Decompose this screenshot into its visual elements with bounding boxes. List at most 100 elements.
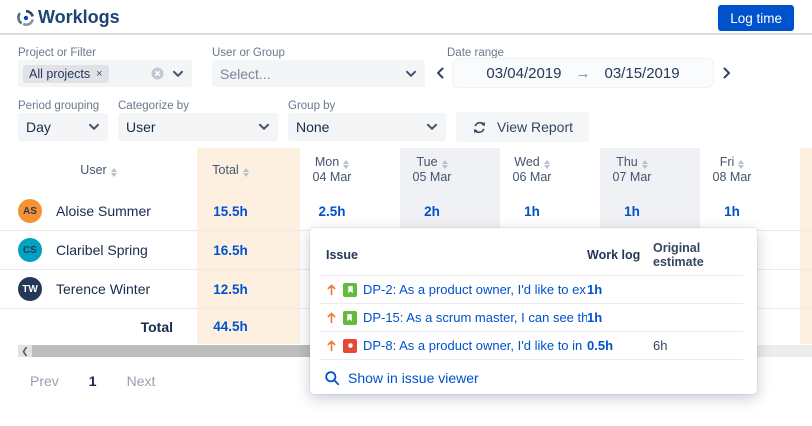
- user-column-header[interactable]: User: [0, 163, 179, 177]
- view-report-label: View Report: [497, 119, 574, 135]
- sort-icon[interactable]: [242, 168, 249, 177]
- chevron-down-icon[interactable]: [405, 70, 417, 78]
- sort-icon[interactable]: [110, 168, 117, 177]
- user-group-placeholder: Select...: [220, 65, 271, 82]
- story-type-icon: [343, 282, 357, 297]
- user-cell: AS Aloise Summer: [0, 199, 179, 223]
- day-column-header-fri[interactable]: Fri 08 Mar: [682, 155, 782, 185]
- show-in-issue-viewer-label: Show in issue viewer: [348, 370, 479, 386]
- project-filter-label: Project or Filter: [18, 47, 96, 59]
- search-icon: [325, 371, 340, 386]
- sort-icon[interactable]: [641, 160, 648, 169]
- grand-total-value: 44.5h: [213, 319, 248, 334]
- day-hours-cell[interactable]: 1h: [582, 204, 682, 219]
- chevron-down-icon[interactable]: [88, 123, 100, 131]
- issue-link[interactable]: DP-15: As a scrum master, I can see th: [363, 310, 587, 325]
- chevron-down-icon[interactable]: [426, 123, 438, 131]
- project-filter-tag-label: All projects: [29, 66, 91, 81]
- priority-high-icon: [327, 312, 336, 324]
- day-label: Thu: [616, 155, 638, 169]
- sort-icon[interactable]: [738, 160, 745, 169]
- popup-header-row: Issue Work log Original estimate: [320, 238, 743, 276]
- original-estimate-column-header: Original estimate: [653, 241, 704, 269]
- popup-issue-row[interactable]: DP-8: As a product owner, I'd like to in…: [320, 332, 743, 360]
- next-page-link[interactable]: Next: [127, 373, 156, 389]
- scroll-left-button[interactable]: ❮: [18, 345, 32, 357]
- date-range-input[interactable]: 03/04/2019 → 03/15/2019: [452, 58, 714, 88]
- priority-high-icon: [327, 284, 336, 296]
- log-time-button[interactable]: Log time: [718, 5, 794, 31]
- clear-select-icon[interactable]: [151, 67, 164, 80]
- period-grouping-value: Day: [26, 119, 51, 135]
- project-filter-tag[interactable]: All projects ×: [23, 64, 109, 83]
- date-end-value[interactable]: 03/15/2019: [605, 65, 680, 82]
- table-row-aloise[interactable]: AS Aloise Summer 15.5h 2.5h 2h 1h 1h 1h: [0, 192, 812, 231]
- top-bar: Worklogs Log time: [0, 0, 812, 33]
- total-hours-cell[interactable]: 12.5h: [179, 282, 282, 297]
- day-hours-cell[interactable]: 2.5h: [282, 204, 382, 219]
- day-hours-cell[interactable]: 1h: [482, 204, 582, 219]
- day-column-header-mon[interactable]: Mon 04 Mar: [282, 155, 382, 185]
- group-by-select[interactable]: None: [288, 113, 446, 141]
- sort-icon[interactable]: [441, 160, 448, 169]
- day-hours-cell[interactable]: 1h: [682, 204, 782, 219]
- categorize-by-label: Categorize by: [118, 100, 189, 112]
- work-log-value[interactable]: 1h: [587, 310, 653, 325]
- chevron-down-icon[interactable]: [172, 70, 184, 78]
- issue-column-header: Issue: [326, 248, 358, 262]
- total-column-header[interactable]: Total: [179, 163, 282, 177]
- avatar: TW: [18, 277, 42, 301]
- issue-link[interactable]: DP-8: As a product owner, I'd like to in: [363, 338, 582, 353]
- show-in-issue-viewer-link[interactable]: Show in issue viewer: [320, 370, 743, 386]
- total-hours-cell[interactable]: 16.5h: [179, 243, 282, 258]
- header-divider: [0, 33, 812, 35]
- priority-high-icon: [327, 340, 336, 352]
- grand-total-label: Total: [140, 318, 173, 335]
- remove-tag-icon[interactable]: ×: [96, 68, 102, 80]
- day-label: Fri: [719, 155, 735, 169]
- sort-icon[interactable]: [343, 160, 350, 169]
- table-header-row: User Total Mon 04 Mar Tue 05 Mar Wed 06 Mar…: [0, 148, 812, 192]
- avatar: CS: [18, 238, 42, 262]
- page-title: Worklogs: [38, 7, 120, 27]
- categorize-by-select[interactable]: User: [118, 113, 278, 141]
- day-label: Wed: [514, 155, 540, 169]
- period-grouping-label: Period grouping: [18, 100, 100, 112]
- total-hours-cell[interactable]: 15.5h: [179, 204, 282, 219]
- period-grouping-select[interactable]: Day: [18, 113, 108, 141]
- date-next-button[interactable]: [718, 58, 734, 88]
- day-label: Mon: [314, 155, 340, 169]
- avatar: AS: [18, 199, 42, 223]
- work-log-value[interactable]: 0.5h: [587, 338, 653, 353]
- user-name: Aloise Summer: [56, 203, 151, 219]
- work-log-value[interactable]: 1h: [587, 282, 653, 297]
- story-type-icon: [342, 310, 357, 325]
- categorize-by-value: User: [126, 119, 156, 135]
- total-column-header-label: Total: [212, 163, 239, 177]
- user-name: Terence Winter: [56, 281, 151, 297]
- issue-link[interactable]: DP-2: As a product owner, I'd like to ex: [363, 282, 586, 297]
- user-cell: TW Terence Winter: [0, 277, 179, 301]
- user-group-select[interactable]: Select...: [212, 60, 425, 87]
- popup-issue-row[interactable]: DP-2: As a product owner, I'd like to ex…: [320, 276, 743, 304]
- day-hours-cell[interactable]: 2h: [382, 204, 482, 219]
- chevron-down-icon[interactable]: [258, 123, 270, 131]
- popup-issue-row[interactable]: DP-15: As a scrum master, I can see th 1…: [320, 304, 743, 332]
- group-by-label: Group by: [288, 100, 336, 112]
- bug-type-icon: [343, 338, 357, 353]
- day-column-header-thu[interactable]: Thu 07 Mar: [582, 155, 682, 185]
- pagination: Prev 1 Next: [30, 373, 155, 389]
- date-prev-button[interactable]: [432, 58, 448, 88]
- day-column-header-tue[interactable]: Tue 05 Mar: [382, 155, 482, 185]
- prev-page-link[interactable]: Prev: [30, 373, 59, 389]
- app-logo-icon: [17, 9, 34, 26]
- current-page[interactable]: 1: [89, 373, 97, 389]
- user-column-header-label: User: [80, 163, 107, 177]
- date-label: 07 Mar: [612, 170, 652, 184]
- date-start-value[interactable]: 03/04/2019: [486, 65, 561, 82]
- sort-icon[interactable]: [543, 160, 550, 169]
- date-label: 05 Mar: [412, 170, 452, 184]
- view-report-button[interactable]: View Report: [456, 112, 590, 142]
- day-column-header-wed[interactable]: Wed 06 Mar: [482, 155, 582, 185]
- project-filter-select[interactable]: All projects ×: [18, 60, 192, 87]
